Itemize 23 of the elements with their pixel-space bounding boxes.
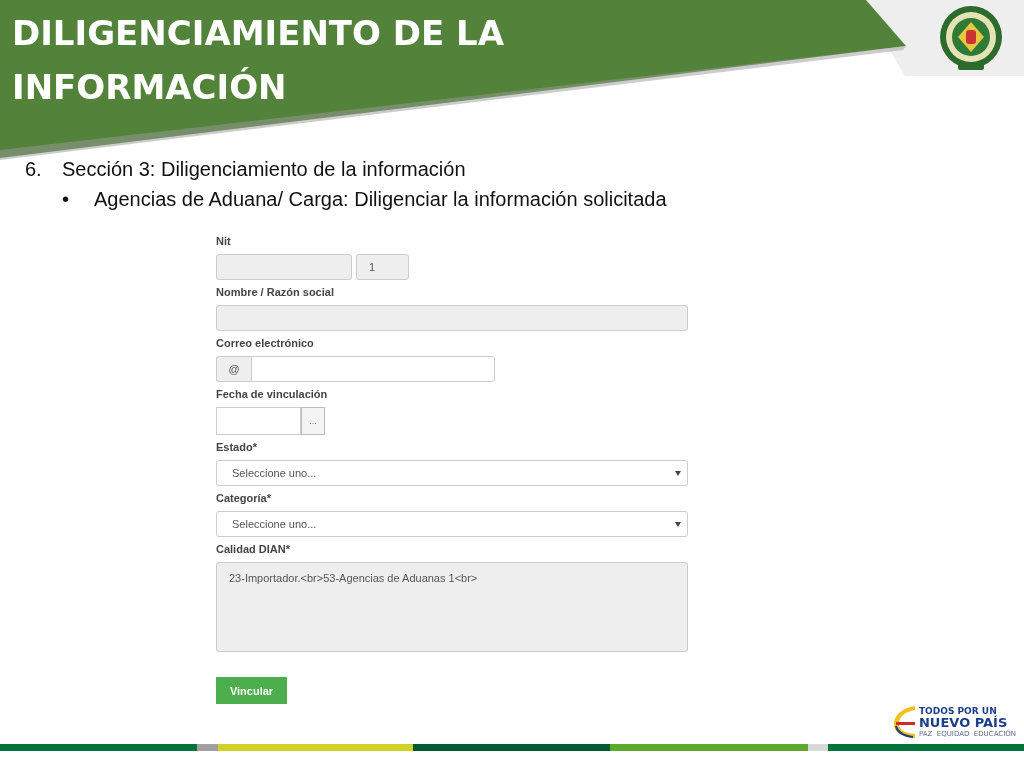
step-text: Sección 3: Diligenciamiento de la información bbox=[62, 157, 466, 182]
input-field[interactable] bbox=[251, 356, 495, 382]
field-label: Nombre / Razón social bbox=[216, 285, 335, 300]
logo-text: NUEVO PAÍS bbox=[919, 715, 1008, 730]
field-label: Estado* bbox=[216, 440, 258, 455]
select-field[interactable]: Seleccione uno... bbox=[216, 460, 688, 486]
date-field[interactable] bbox=[216, 407, 301, 435]
slide-title: DILIGENCIAMIENTO DE LA INFORMACIÓN bbox=[11, 12, 506, 109]
logo-icon bbox=[891, 704, 917, 740]
caret-icon bbox=[675, 470, 681, 476]
select-field[interactable]: Seleccione uno... bbox=[216, 511, 688, 537]
step-number: 6. bbox=[25, 157, 43, 182]
date-picker-button[interactable]: ... bbox=[301, 407, 325, 435]
field-label: Fecha de vinculación bbox=[216, 387, 329, 402]
field-label: Correo electrónico bbox=[216, 336, 315, 351]
at-sign-addon: @ bbox=[216, 356, 251, 382]
field-label: Categoría* bbox=[216, 491, 273, 506]
logo-text: TODOS POR UN bbox=[919, 705, 997, 716]
bullet-text: Agencias de Aduana/ Carga: Diligenciar la información solicitada bbox=[94, 187, 667, 212]
caret-icon bbox=[675, 521, 681, 527]
field-label: Calidad DIAN* bbox=[216, 542, 291, 557]
field-label: Nit bbox=[216, 234, 232, 249]
bullet-icon: • bbox=[62, 184, 94, 214]
